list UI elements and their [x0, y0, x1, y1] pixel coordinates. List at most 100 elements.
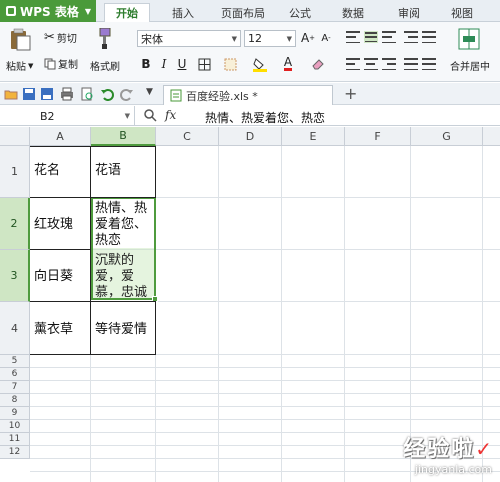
font-name-select[interactable]: 宋体 ▼ — [137, 30, 241, 47]
column-header-d[interactable]: D — [219, 127, 282, 146]
column-header-c[interactable]: C — [156, 127, 219, 146]
borders-button[interactable] — [196, 56, 212, 72]
cell-b1[interactable]: 花语 — [92, 161, 154, 181]
cell-b4[interactable]: 等待爱情 — [92, 320, 155, 340]
grid-line — [30, 419, 500, 420]
save-as-icon[interactable] — [40, 87, 54, 101]
row-header-7[interactable]: 7 — [0, 381, 30, 394]
chevron-down-icon: ▼ — [286, 34, 292, 43]
print-preview-icon[interactable] — [80, 87, 94, 101]
redo-icon[interactable] — [120, 87, 134, 101]
grid-line — [30, 406, 500, 407]
row-header-2[interactable]: 2 — [0, 198, 30, 250]
wrap-icon[interactable] — [422, 31, 436, 43]
fill-color-button[interactable] — [252, 56, 268, 72]
format-painter-button[interactable]: 格式刷 — [90, 58, 120, 73]
zoom-search-icon[interactable] — [144, 109, 157, 122]
sheet-grid[interactable]: A B C D E F G 1 2 3 4 5 6 7 8 9 10 11 12… — [0, 127, 500, 482]
save-icon[interactable] — [22, 87, 36, 101]
bold-button[interactable]: B — [138, 56, 154, 72]
distribute-icon[interactable] — [422, 58, 436, 70]
select-all-corner[interactable] — [0, 127, 30, 146]
indent-icon[interactable] — [404, 31, 418, 43]
column-header-g[interactable]: G — [411, 127, 483, 146]
formula-input[interactable]: 热情、热爱着您、热恋 — [205, 109, 325, 126]
shrink-font-button[interactable]: A- — [318, 30, 334, 46]
table-border — [90, 146, 91, 355]
paint-bucket-icon — [253, 57, 267, 72]
row-header-10[interactable]: 10 — [0, 420, 30, 433]
app-menu-button[interactable]: WPS 表格 ▼ — [0, 0, 96, 22]
tab-insert[interactable]: 插入 — [160, 3, 206, 22]
undo-icon[interactable] — [100, 87, 114, 101]
row-header-8[interactable]: 8 — [0, 394, 30, 407]
italic-button[interactable]: I — [156, 56, 172, 72]
column-header-e[interactable]: E — [282, 127, 345, 146]
paste-button[interactable] — [8, 28, 36, 52]
column-header-b[interactable]: B — [91, 127, 156, 146]
align-center-icon[interactable] — [364, 58, 378, 70]
name-box[interactable]: B2 ▼ — [0, 106, 135, 126]
chevron-down-icon: ▼ — [124, 112, 130, 120]
cut-button[interactable]: ✂ 剪切 — [44, 30, 77, 45]
cell-b3[interactable]: 沉默的爱，爱慕，忠诚 — [92, 251, 155, 303]
document-tab[interactable]: 百度经验.xls * — [163, 85, 333, 105]
row-header-3[interactable]: 3 — [0, 250, 30, 302]
tab-page-layout[interactable]: 页面布局 — [212, 3, 274, 22]
open-folder-icon[interactable] — [4, 87, 18, 101]
row-header-9[interactable]: 9 — [0, 407, 30, 420]
new-tab-plus-icon[interactable]: + — [344, 84, 357, 103]
tab-review[interactable]: 审阅 — [386, 3, 432, 22]
font-color-button[interactable]: A — [280, 55, 296, 71]
clear-format-button[interactable] — [310, 56, 326, 72]
align-left-icon[interactable] — [346, 58, 360, 70]
justify-icon[interactable] — [404, 58, 418, 70]
row-header-4[interactable]: 4 — [0, 302, 30, 355]
tab-home[interactable]: 开始 — [104, 3, 150, 22]
copy-icon — [44, 58, 56, 69]
underline-button[interactable]: U — [174, 56, 190, 72]
align-middle-icon[interactable] — [364, 31, 378, 43]
column-header-a[interactable]: A — [30, 127, 91, 146]
format-painter-icon-button[interactable] — [92, 26, 116, 52]
cell-a3[interactable]: 向日葵 — [31, 267, 90, 287]
row-header-1[interactable]: 1 — [0, 146, 30, 198]
watermark: 经验啦✓ jingyanla.com — [403, 431, 492, 476]
fx-function-button[interactable]: fx — [165, 108, 176, 122]
align-top-icon[interactable] — [346, 31, 360, 43]
customize-chevron-icon[interactable]: ▼ — [146, 87, 153, 97]
paste-label[interactable]: 粘贴 ▼ — [6, 58, 33, 74]
row-header-12[interactable]: 12 — [0, 446, 30, 459]
print-icon[interactable] — [60, 87, 74, 101]
checkmark-icon: ✓ — [475, 437, 492, 461]
borders-icon — [198, 58, 210, 70]
cell-a1[interactable]: 花名 — [31, 161, 90, 181]
align-right-icon[interactable] — [382, 58, 396, 70]
cell-style-button[interactable] — [222, 56, 238, 72]
merge-center-button[interactable]: 合并居中 — [450, 58, 490, 73]
row-header-5[interactable]: 5 — [0, 355, 30, 368]
cell-b2[interactable]: 热情、热爱着您、热恋 — [92, 199, 155, 251]
column-header-f[interactable]: F — [345, 127, 411, 146]
row-header-6[interactable]: 6 — [0, 368, 30, 381]
cell-a4[interactable]: 薰衣草 — [31, 320, 90, 340]
font-color-icon: A — [283, 54, 293, 71]
scissors-icon: ✂ — [44, 30, 55, 45]
grow-font-button[interactable]: A + — [300, 30, 316, 46]
watermark-text: 经验啦 — [403, 437, 476, 462]
document-title: 百度经验.xls * — [186, 89, 258, 103]
font-size-select[interactable]: 12 ▼ — [244, 30, 296, 47]
tab-formulas[interactable]: 公式 — [280, 3, 320, 22]
grid-line — [30, 393, 500, 394]
align-bottom-icon[interactable] — [382, 31, 396, 43]
quick-access-bar: ▼ 百度经验.xls * + — [0, 83, 500, 105]
tab-view[interactable]: 视图 — [442, 3, 482, 22]
grid-line — [30, 367, 500, 368]
tab-data[interactable]: 数据 — [330, 3, 376, 22]
row-header-11[interactable]: 11 — [0, 433, 30, 446]
grid-line — [30, 380, 500, 381]
cell-a2[interactable]: 红玫瑰 — [31, 215, 90, 235]
table-border — [30, 197, 156, 198]
merge-icon-button[interactable] — [458, 26, 488, 52]
copy-button[interactable]: 复制 — [44, 56, 78, 71]
